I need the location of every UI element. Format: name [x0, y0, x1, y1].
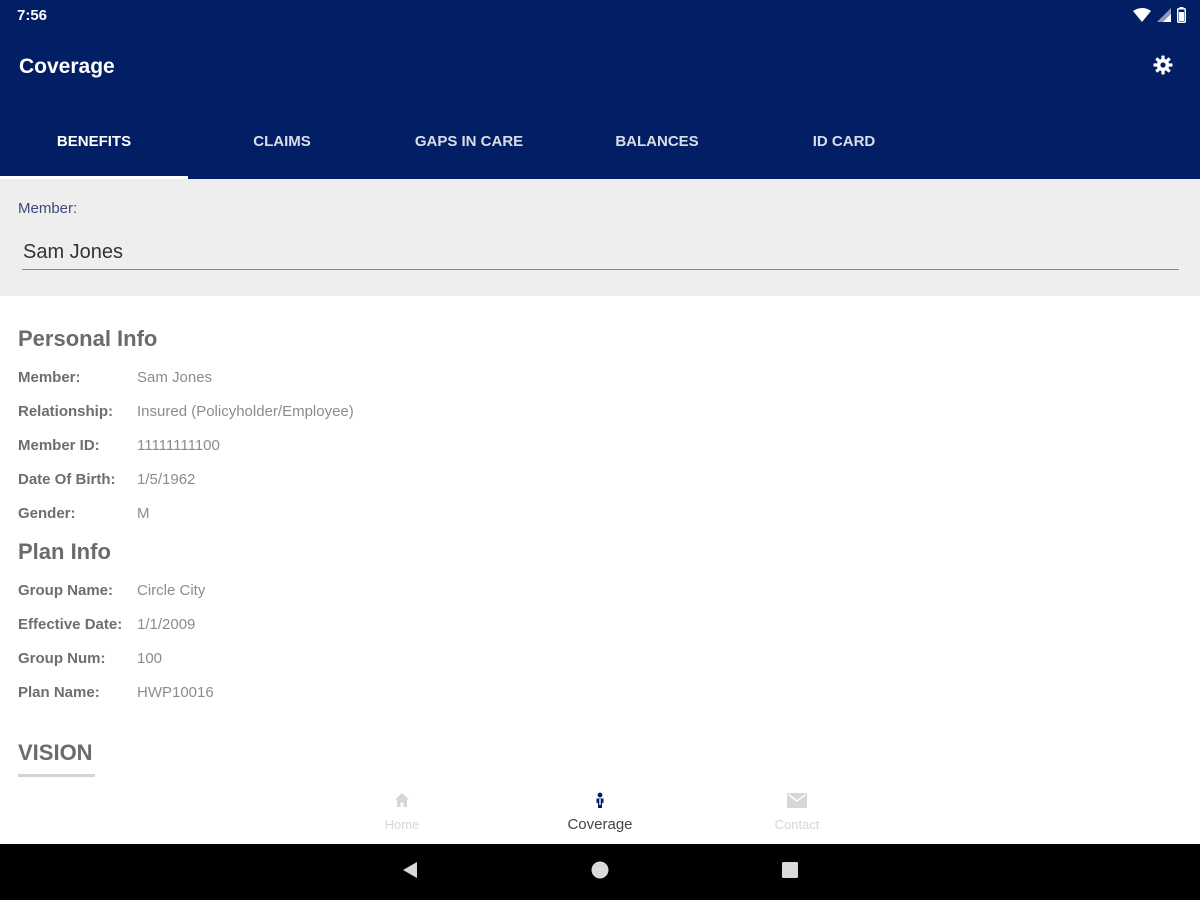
member-value: Sam Jones: [137, 369, 213, 386]
vision-section-tab[interactable]: VISION: [18, 740, 93, 766]
recents-button[interactable]: [778, 860, 802, 884]
home-button[interactable]: [588, 860, 612, 884]
group-name-value: Circle City: [137, 582, 206, 599]
back-triangle-icon: [401, 861, 419, 884]
date-of-birth-value: 1/5/1962: [137, 471, 196, 488]
group-num-value: 100: [137, 650, 163, 667]
nav-coverage-label: Coverage: [567, 816, 633, 833]
group-name-label: Group Name:: [18, 582, 114, 599]
recents-square-icon: [781, 861, 799, 884]
effective-date-value: 1/1/2009: [137, 616, 196, 633]
tab-id-card[interactable]: ID CARD: [750, 104, 938, 179]
plan-name-value: HWP10016: [137, 684, 214, 701]
plan-info-heading: Plan Info: [18, 539, 111, 564]
member-dropdown-value: Sam Jones: [23, 241, 124, 263]
nav-contact-label: Contact: [774, 817, 820, 832]
member-selector-label: Member:: [18, 200, 78, 217]
home-icon: [394, 789, 410, 811]
wifi-icon: [1133, 8, 1151, 27]
benefits-content: Personal Info Member: Sam Jones Relation…: [0, 296, 1200, 844]
nav-coverage[interactable]: Coverage: [540, 789, 660, 839]
vision-tab-underline: [18, 774, 95, 777]
date-of-birth-label: Date Of Birth:: [18, 471, 116, 488]
status-time: 7:56: [17, 7, 48, 24]
nav-home-label: Home: [384, 817, 420, 832]
app-bar: 7:56 Coverage BENEFITS CLAIMS GAPS IN CA…: [0, 0, 1200, 179]
status-bar: 7:56: [0, 0, 1200, 32]
relationship-value: Insured (Policyholder/Employee): [137, 403, 354, 420]
personal-info-heading: Personal Info: [18, 326, 158, 351]
system-navigation-bar: [0, 844, 1200, 900]
mail-icon: [787, 789, 807, 811]
back-button[interactable]: [398, 860, 422, 884]
nav-home[interactable]: Home: [342, 789, 462, 839]
settings-button[interactable]: [1148, 52, 1178, 82]
tab-claims[interactable]: CLAIMS: [188, 104, 376, 179]
member-id-label: Member ID:: [18, 437, 100, 454]
cellular-signal-icon: [1157, 8, 1171, 27]
tab-balances[interactable]: BALANCES: [563, 104, 751, 179]
battery-icon: [1177, 7, 1186, 28]
bottom-navigation: Home Coverage Contact: [0, 781, 1200, 844]
member-label: Member:: [18, 369, 81, 386]
gender-value: M: [137, 505, 150, 522]
relationship-label: Relationship:: [18, 403, 114, 420]
nav-contact[interactable]: Contact: [737, 789, 857, 839]
page-title: Coverage: [19, 55, 115, 78]
plan-name-label: Plan Name:: [18, 684, 100, 701]
home-circle-icon: [591, 861, 609, 884]
tab-benefits[interactable]: BENEFITS: [0, 104, 188, 179]
member-id-value: 11111111100: [137, 437, 220, 454]
group-num-label: Group Num:: [18, 650, 106, 667]
gender-label: Gender:: [18, 505, 76, 522]
tab-gaps-in-care[interactable]: GAPS IN CARE: [375, 104, 563, 179]
status-icons: [1133, 7, 1186, 28]
gear-icon: [1153, 55, 1173, 80]
member-dropdown[interactable]: Sam Jones: [22, 234, 1179, 270]
tab-bar: BENEFITS CLAIMS GAPS IN CARE BALANCES ID…: [0, 104, 1200, 179]
effective-date-label: Effective Date:: [18, 616, 123, 633]
member-selector-section: Member: Sam Jones: [0, 179, 1200, 296]
person-icon: [595, 789, 605, 811]
